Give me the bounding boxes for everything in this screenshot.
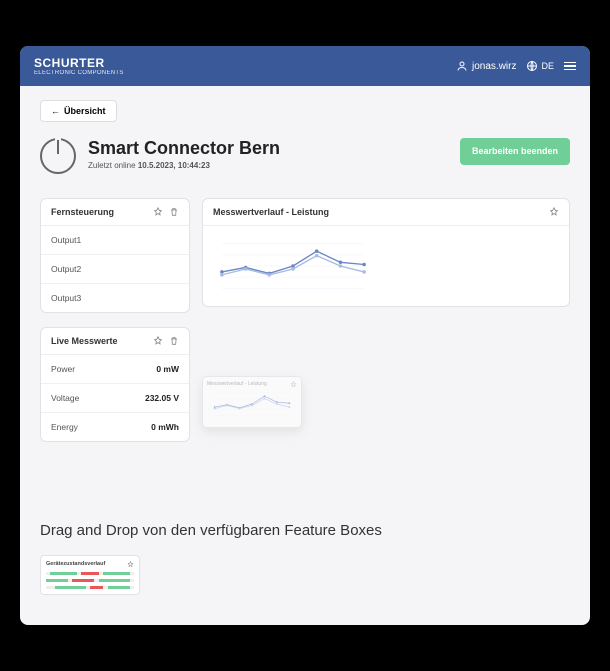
edit-button[interactable]: Bearbeiten beenden	[460, 138, 570, 165]
pin-icon	[290, 381, 297, 388]
back-button[interactable]: ← Übersicht	[40, 100, 117, 122]
pin-icon	[127, 561, 134, 568]
pin-icon[interactable]	[153, 336, 163, 346]
mini-card-title: Gerätezustandsverlauf	[46, 561, 105, 568]
chart-title: Messwertverlauf - Leistung	[213, 207, 329, 217]
available-feature-box[interactable]: Gerätezustandsverlauf	[40, 555, 140, 595]
app-window: SCHURTER ELECTRONIC COMPONENTS jonas.wir…	[20, 46, 590, 625]
trash-icon[interactable]	[169, 336, 179, 346]
user-menu[interactable]: jonas.wirz	[456, 60, 516, 72]
dragging-ghost-card[interactable]: Messwertverlauf - Leistung	[202, 376, 302, 428]
output-row[interactable]: Output2	[41, 255, 189, 284]
menu-button[interactable]	[564, 62, 576, 71]
output-row[interactable]: Output3	[41, 284, 189, 312]
card-title: Fernsteuerung	[51, 207, 114, 217]
live-row: Voltage232.05 V	[41, 384, 189, 413]
section-heading: Drag and Drop von den verfügbaren Featur…	[40, 522, 570, 539]
back-label: Übersicht	[64, 106, 106, 116]
output-row[interactable]: Output1	[41, 226, 189, 255]
remote-control-card[interactable]: Fernsteuerung Output1 Output2 Output3	[40, 198, 190, 313]
brand-name: SCHURTER	[34, 56, 124, 70]
page-title: Smart Connector Bern	[88, 138, 280, 159]
globe-icon	[526, 60, 538, 72]
state-timeline	[46, 572, 134, 589]
live-row: Power0 mW	[41, 355, 189, 384]
user-icon	[456, 60, 468, 72]
brand-logo: SCHURTER ELECTRONIC COMPONENTS	[34, 56, 124, 76]
pin-icon[interactable]	[549, 207, 559, 217]
last-online: Zuletzt online 10.5.2023, 10:44:23	[88, 161, 280, 170]
trash-icon[interactable]	[169, 207, 179, 217]
power-icon	[40, 138, 76, 174]
live-row: Energy0 mWh	[41, 413, 189, 441]
language-switcher[interactable]: DE	[526, 60, 554, 72]
arrow-left-icon: ←	[51, 106, 60, 116]
topbar: SCHURTER ELECTRONIC COMPONENTS jonas.wir…	[20, 46, 590, 86]
brand-sub: ELECTRONIC COMPONENTS	[34, 70, 124, 76]
user-name: jonas.wirz	[472, 61, 516, 72]
card-title: Live Messwerte	[51, 336, 118, 346]
chart-area	[203, 226, 569, 306]
live-values-card[interactable]: Live Messwerte Power0 mW Voltage232.05 V…	[40, 327, 190, 442]
pin-icon[interactable]	[153, 207, 163, 217]
language-label: DE	[541, 61, 554, 71]
chart-card[interactable]: Messwertverlauf - Leistung	[202, 198, 570, 307]
